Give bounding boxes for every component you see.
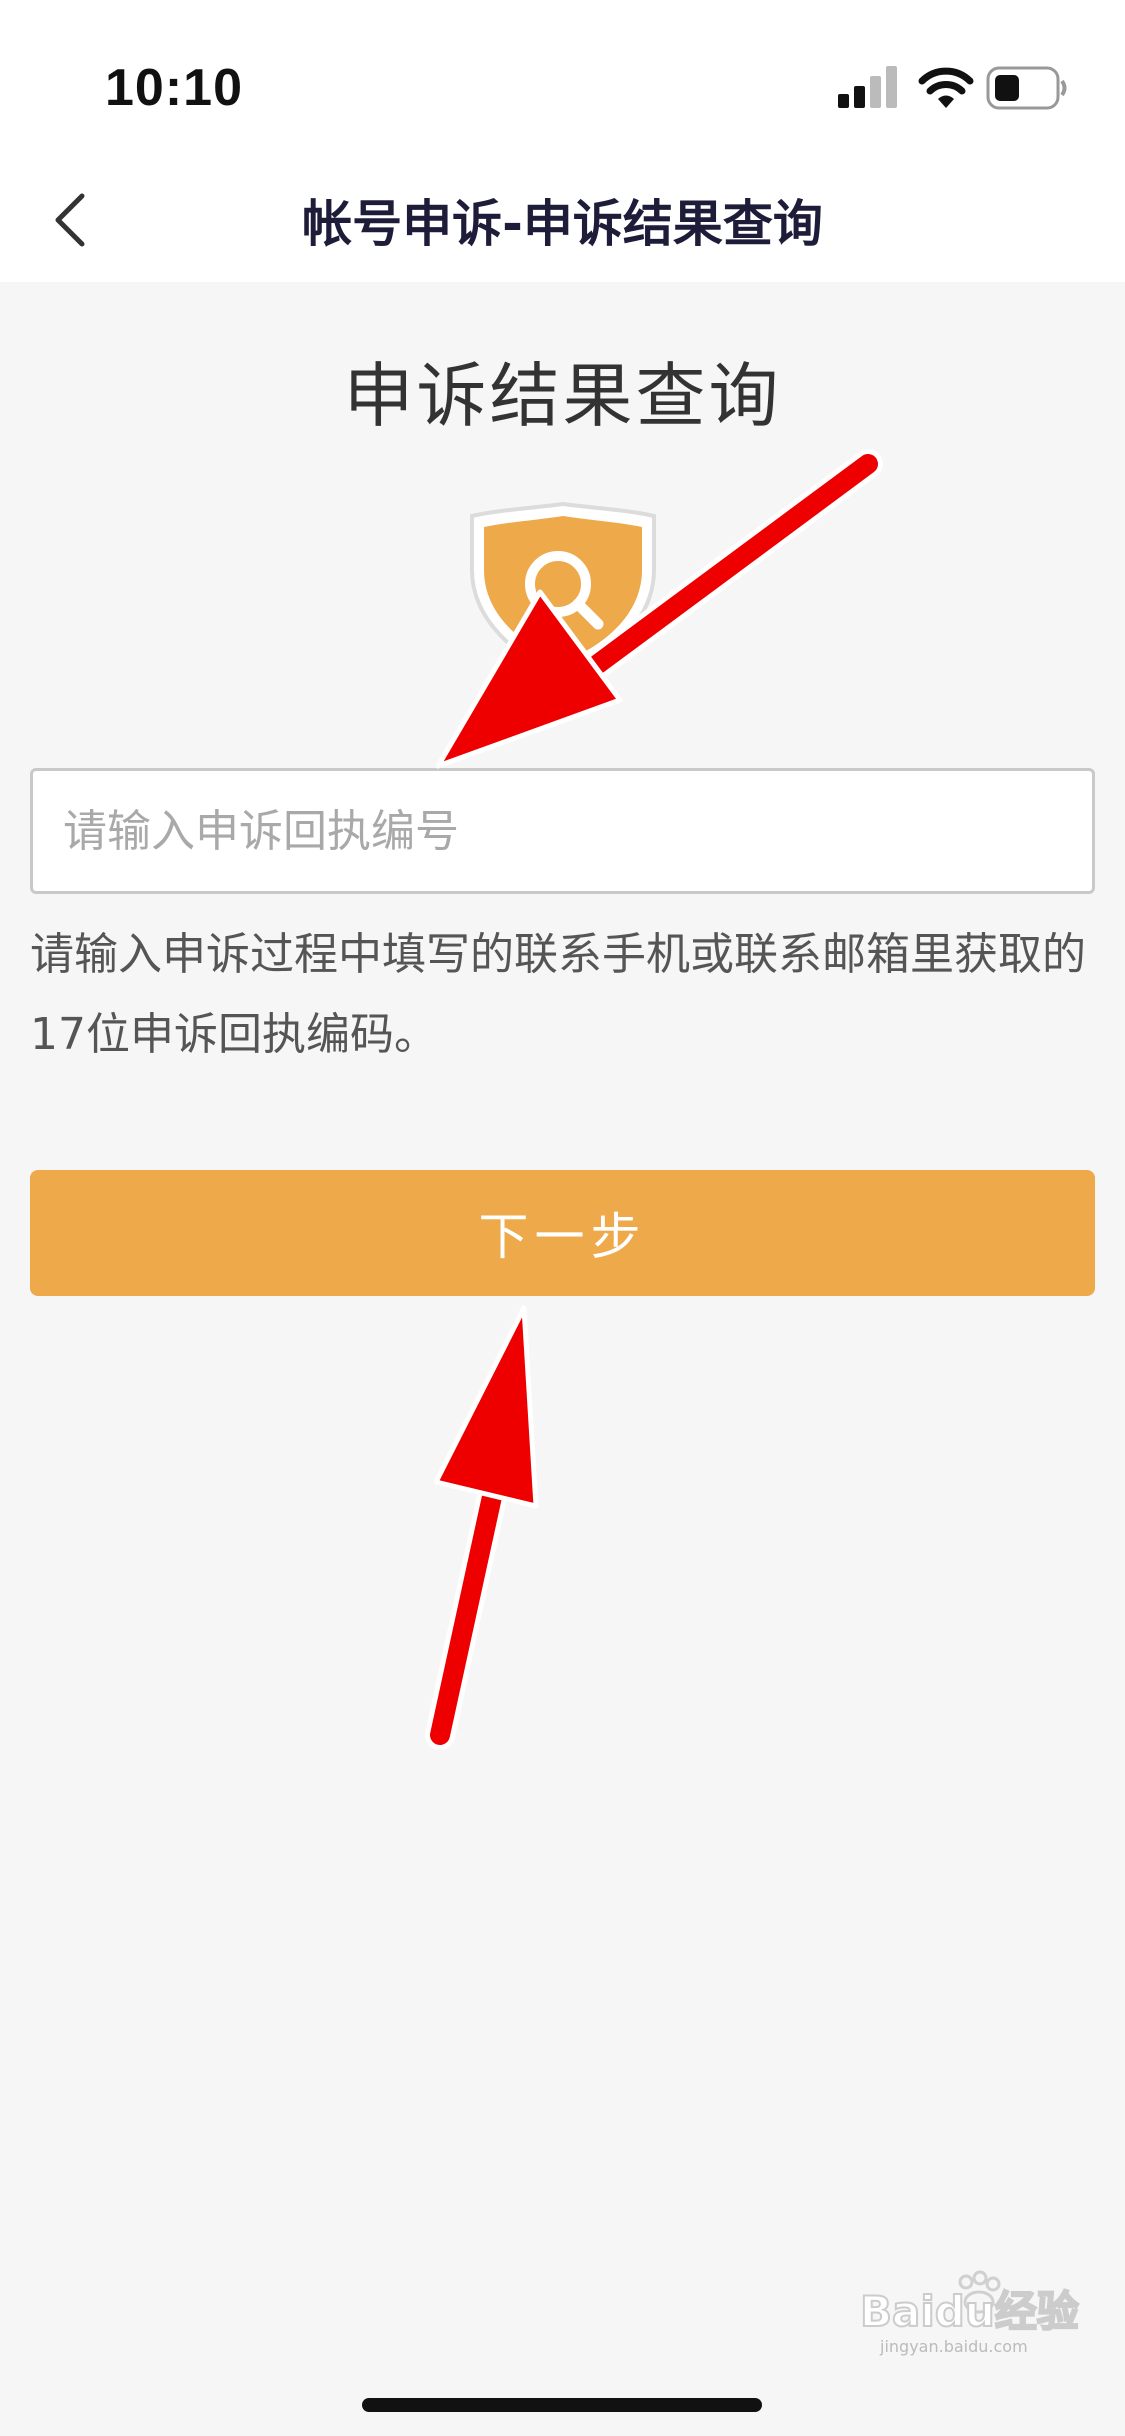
wifi-icon — [918, 67, 974, 108]
signal-icon — [838, 66, 897, 108]
battery-icon — [986, 66, 1067, 110]
shield-search-icon — [470, 501, 656, 679]
page-heading: 申诉结果查询 — [343, 355, 782, 437]
watermark-text: Baidu经验 — [860, 2287, 1079, 2336]
home-indicator — [362, 2398, 762, 2412]
nav-title: 帐号申诉-申诉结果查询 — [302, 195, 823, 253]
status-bar: 10:10 — [0, 0, 1125, 150]
receipt-number-input[interactable] — [30, 768, 1095, 894]
hint-text: 请输入申诉过程中填写的联系手机或联系邮箱里获取的17位申诉回执编码。 — [30, 929, 1086, 1060]
watermark-subtext: jingyan.baidu.com — [879, 2337, 1028, 2356]
status-time: 10:10 — [105, 59, 243, 117]
arrow-to-next-button — [425, 1305, 539, 1750]
navigation-bar: 帐号申诉-申诉结果查询 — [0, 150, 1125, 282]
next-step-button[interactable]: 下一步 — [30, 1170, 1095, 1296]
baidu-jingyan-watermark: Baidu经验 jingyan.baidu.com — [859, 2270, 1080, 2356]
